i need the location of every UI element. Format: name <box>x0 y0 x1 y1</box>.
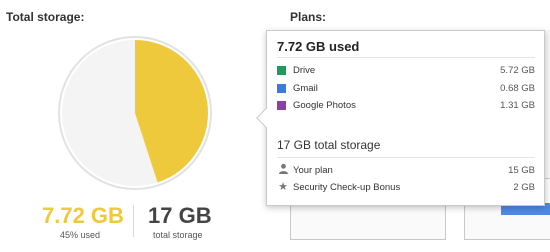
service-value: 0.68 GB <box>500 83 535 94</box>
total-storage-heading: 17 GB total storage <box>277 138 381 152</box>
plan-row-label: Your plan <box>293 165 333 176</box>
used-storage-value: 7.72 GB <box>42 203 124 228</box>
total-storage-value: 17 GB <box>148 203 212 228</box>
plan-row-value: 2 GB <box>513 182 535 193</box>
service-value: 1.31 GB <box>500 100 535 111</box>
popup-divider <box>277 157 535 158</box>
total-storage-title: Total storage: <box>6 10 85 24</box>
service-label: Google Photos <box>293 100 356 111</box>
plan-row-your-plan: Your plan 15 GB <box>277 163 535 178</box>
popup-divider <box>277 57 535 58</box>
service-value: 5.72 GB <box>500 65 535 76</box>
service-label: Drive <box>293 65 316 76</box>
storage-pie-chart[interactable] <box>57 35 213 191</box>
star-icon: ★ <box>278 181 288 193</box>
service-row-drive: Drive 5.72 GB <box>277 64 535 78</box>
service-row-photos: Google Photos 1.31 GB <box>277 99 535 113</box>
plan-row-value: 15 GB <box>508 165 535 176</box>
popup-pointer <box>256 108 276 128</box>
service-label: Gmail <box>293 83 318 94</box>
plans-title: Plans: <box>290 10 327 24</box>
summary-divider <box>133 205 134 237</box>
plan-row-label: Security Check-up Bonus <box>293 182 401 193</box>
storage-details-popup: 7.72 GB used Drive 5.72 GB Gmail 0.68 GB… <box>256 30 545 206</box>
drive-swatch-icon <box>277 66 286 75</box>
service-row-gmail: Gmail 0.68 GB <box>277 82 535 96</box>
person-icon <box>277 163 289 177</box>
popup-used-title: 7.72 GB used <box>277 39 360 54</box>
plan-row-security-bonus: ★ Security Check-up Bonus 2 GB <box>277 181 535 195</box>
used-percent-caption: 45% used <box>60 230 101 240</box>
gmail-swatch-icon <box>277 84 286 93</box>
total-storage-caption: total storage <box>153 230 203 240</box>
photos-swatch-icon <box>277 101 286 110</box>
